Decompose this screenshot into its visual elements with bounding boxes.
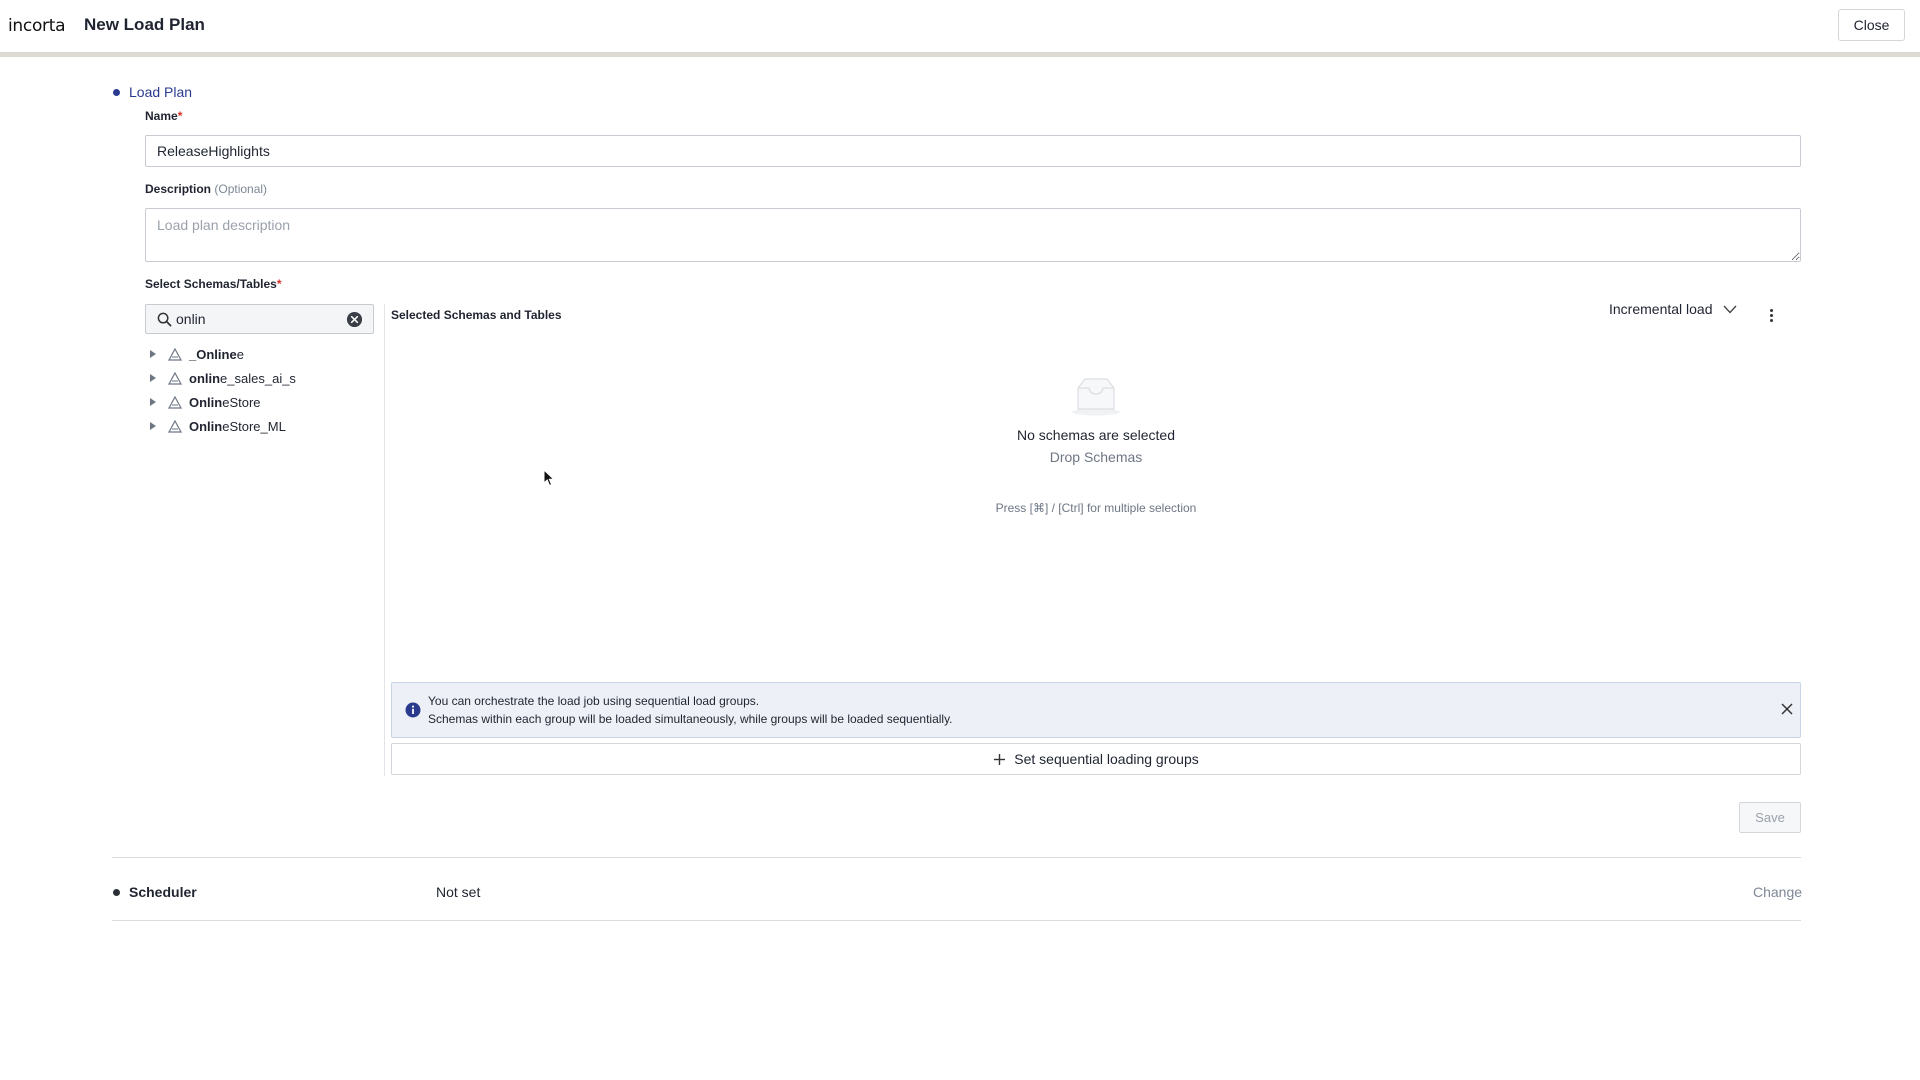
expand-caret-icon[interactable]: [145, 373, 161, 383]
rest-text: e: [236, 346, 244, 362]
description-label-text: Description: [145, 182, 212, 196]
name-label-text: Name: [145, 109, 178, 123]
select-schemas-label-text: Select Schemas/Tables: [145, 277, 277, 291]
required-marker: *: [177, 109, 183, 123]
panel-divider: [384, 304, 385, 776]
scheduler-value: Not set: [436, 884, 481, 900]
schema-icon: [165, 395, 185, 409]
empty-inbox-icon: [1070, 376, 1122, 421]
schema-name: OnlineStore: [189, 395, 261, 410]
optional-marker: (Optional): [214, 182, 268, 196]
load-type-dropdown[interactable]: Incremental load: [1609, 301, 1737, 317]
close-button[interactable]: Close: [1838, 9, 1905, 41]
match-text: Onlin: [189, 394, 223, 410]
section-divider: [112, 920, 1801, 921]
set-sequential-groups-label: Set sequential loading groups: [1014, 751, 1199, 767]
chevron-down-icon: [1723, 301, 1737, 317]
select-schemas-label: Select Schemas/Tables*: [145, 277, 282, 291]
schema-name: _Onlinee: [189, 347, 244, 362]
schema-search-input[interactable]: [176, 309, 336, 329]
schema-icon: [165, 371, 185, 385]
name-label: Name*: [145, 109, 182, 123]
save-button[interactable]: Save: [1739, 802, 1801, 833]
scheduler-section-title: Scheduler: [129, 884, 197, 900]
expand-caret-icon[interactable]: [145, 349, 161, 359]
tree-item-schema[interactable]: OnlineStore: [145, 391, 261, 413]
incorta-logo: incorta: [8, 16, 66, 36]
clear-search-icon[interactable]: [346, 311, 363, 333]
tree-item-schema[interactable]: _Onlinee: [145, 343, 244, 365]
selected-panel-title: Selected Schemas and Tables: [391, 308, 562, 322]
section-divider: [112, 857, 1801, 858]
scheduler-step-dot: [113, 889, 120, 896]
multi-select-hint: Press [⌘] / [Ctrl] for multiple selectio…: [995, 501, 1197, 515]
info-banner: You can orchestrate the load job using s…: [391, 682, 1801, 738]
rest-text: e_sales_ai_s: [220, 370, 296, 386]
info-icon: [405, 702, 421, 723]
expand-caret-icon[interactable]: [145, 397, 161, 407]
load-plan-step-dot: [113, 89, 120, 96]
schema-name: online_sales_ai_s: [189, 371, 296, 386]
set-sequential-groups-button[interactable]: Set sequential loading groups: [391, 743, 1801, 775]
load-plan-section-title: Load Plan: [129, 84, 193, 100]
search-icon: [157, 312, 172, 332]
load-type-value: Incremental load: [1609, 301, 1713, 317]
header-divider: [0, 52, 1920, 57]
mouse-cursor-icon: [543, 468, 555, 492]
match-text: onlin: [189, 370, 221, 386]
schema-search-box[interactable]: [145, 304, 374, 334]
description-textarea[interactable]: [145, 208, 1801, 262]
match-text: _Online: [189, 346, 237, 362]
page-title: New Load Plan: [84, 15, 205, 34]
drop-schemas-text: Drop Schemas: [1049, 449, 1143, 465]
info-line-2: Schemas within each group will be loaded…: [428, 712, 953, 726]
name-input[interactable]: [145, 135, 1801, 167]
top-bar: incorta New Load Plan Close: [0, 0, 1920, 52]
schema-icon: [165, 347, 185, 361]
tree-item-schema[interactable]: online_sales_ai_s: [145, 367, 296, 389]
required-marker: *: [276, 277, 282, 291]
rest-text: eStore: [222, 394, 261, 410]
description-label: Description (Optional): [145, 182, 267, 196]
close-icon[interactable]: [1780, 702, 1794, 721]
more-options-icon[interactable]: [1764, 305, 1778, 325]
info-line-1: You can orchestrate the load job using s…: [428, 694, 760, 708]
change-scheduler-link[interactable]: Change: [1753, 884, 1802, 900]
empty-state-title: No schemas are selected: [1017, 427, 1175, 443]
plus-icon: [993, 753, 1006, 766]
